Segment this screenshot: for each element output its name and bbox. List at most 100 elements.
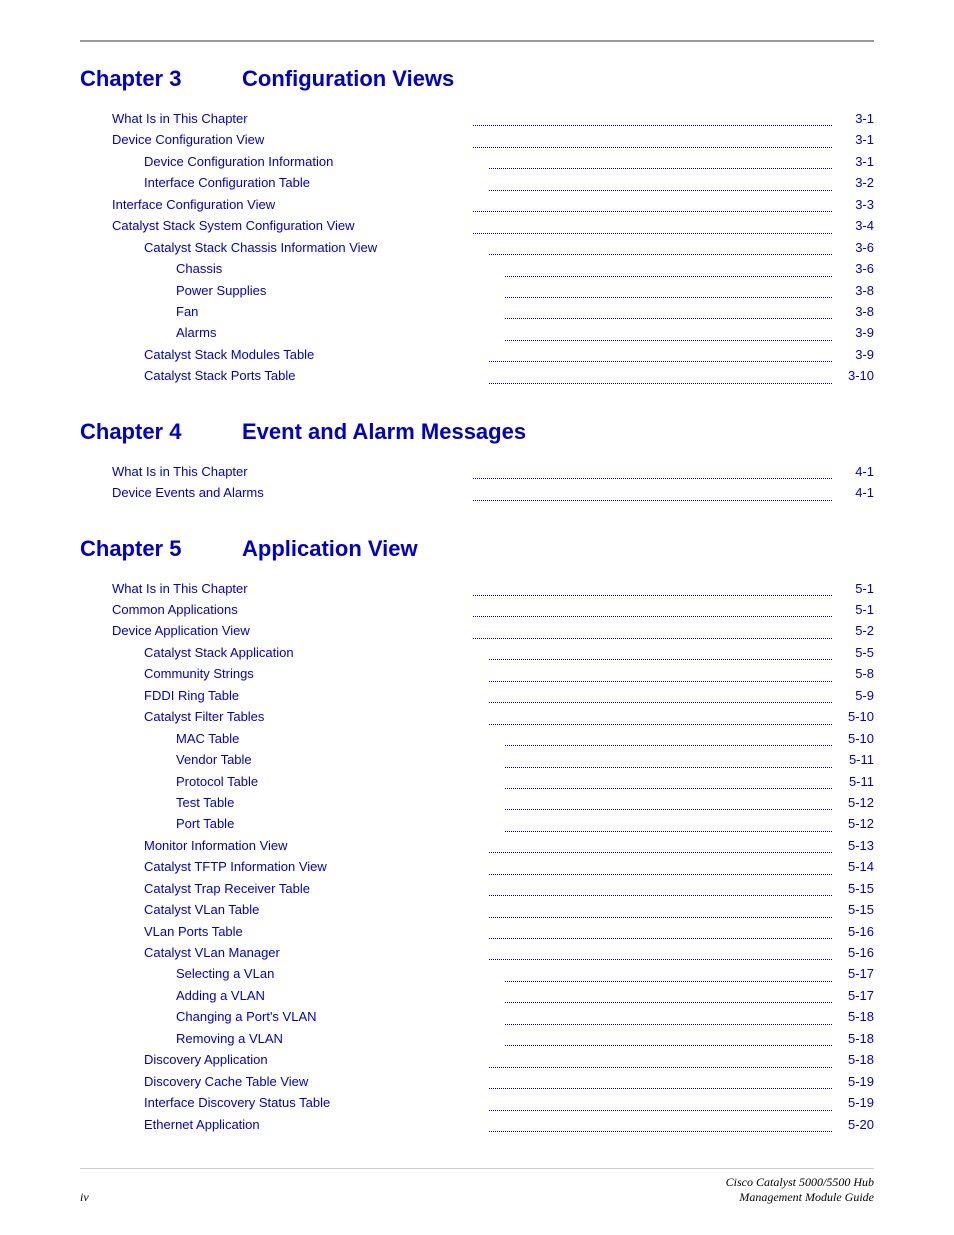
toc-entry[interactable]: Test Table 5-12 [80,792,874,813]
toc-entry[interactable]: Device Configuration View3-1 [80,129,874,150]
toc-entry-page: 3-9 [834,344,874,365]
toc-entry-dots [505,985,832,1003]
toc-entry-text: Catalyst Stack Modules Table [144,344,487,365]
toc-entry[interactable]: Power Supplies3-8 [80,280,874,301]
toc-entry[interactable]: Catalyst VLan Table 5-15 [80,899,874,920]
toc-entry[interactable]: Interface Configuration Table3-2 [80,172,874,193]
toc-entry[interactable]: Selecting a VLan5-17 [80,963,874,984]
chapter3-title[interactable]: Configuration Views [242,66,454,92]
toc-entry-dots [505,963,832,981]
toc-entry[interactable]: Catalyst Filter Tables5-10 [80,706,874,727]
toc-entry-dots [489,856,832,874]
footer-line1: Cisco Catalyst 5000/5500 Hub [726,1175,874,1190]
toc-entry-page: 5-19 [834,1092,874,1113]
toc-entry[interactable]: Discovery Cache Table View 5-19 [80,1071,874,1092]
toc-entry[interactable]: Catalyst Stack Modules Table 3-9 [80,344,874,365]
toc-entry-dots [489,685,832,703]
toc-entry-page: 5-1 [834,599,874,620]
toc-entry-page: 5-12 [834,813,874,834]
toc-entry-dots [505,792,832,810]
toc-entry-dots [489,344,832,362]
toc-entry-text: Catalyst VLan Table [144,899,487,920]
chapter4-label[interactable]: Chapter 4 [80,419,210,445]
toc-entry[interactable]: Adding a VLAN5-17 [80,985,874,1006]
toc-entry-page: 4-1 [834,482,874,503]
toc-entry[interactable]: Catalyst VLan Manager5-16 [80,942,874,963]
chapter3-label[interactable]: Chapter 3 [80,66,210,92]
toc-entry[interactable]: Catalyst Stack Chassis Information View3… [80,237,874,258]
toc-entry-page: 3-1 [834,129,874,150]
toc-entry[interactable]: Device Application View5-2 [80,620,874,641]
toc-entry-page: 3-9 [834,322,874,343]
toc-entry-page: 5-19 [834,1071,874,1092]
toc-entry[interactable]: VLan Ports Table5-16 [80,921,874,942]
toc-entry-page: 5-16 [834,921,874,942]
toc-entry[interactable]: What Is in This Chapter5-1 [80,578,874,599]
toc-entry-dots [489,878,832,896]
chapter4-title[interactable]: Event and Alarm Messages [242,419,526,445]
toc-entry-page: 5-18 [834,1028,874,1049]
toc-entry[interactable]: Alarms 3-9 [80,322,874,343]
toc-entry[interactable]: Catalyst Stack Application5-5 [80,642,874,663]
toc-entry[interactable]: Catalyst Stack System Configuration View… [80,215,874,236]
toc-entry-page: 3-10 [834,365,874,386]
toc-entry-text: Discovery Cache Table View [144,1071,487,1092]
toc-entry-text: Interface Configuration View [112,194,471,215]
chapter5-label[interactable]: Chapter 5 [80,536,210,562]
toc-entry[interactable]: Catalyst Trap Receiver Table5-15 [80,878,874,899]
section-chapter4: Chapter 4 Event and Alarm Messages What Is… [80,419,874,504]
toc-entry[interactable]: MAC Table5-10 [80,728,874,749]
toc-entry-text: Vendor Table [176,749,503,770]
toc-entry[interactable]: Discovery Application5-18 [80,1049,874,1070]
toc-entry-text: Community Strings [144,663,487,684]
toc-entry-dots [473,482,832,500]
toc-entry[interactable]: Vendor Table5-11 [80,749,874,770]
chapter5-title[interactable]: Application View [242,536,418,562]
toc-entry[interactable]: What Is in This Chapter3-1 [80,108,874,129]
toc-entry[interactable]: Interface Discovery Status Table5-19 [80,1092,874,1113]
toc-entry-page: 3-1 [834,108,874,129]
toc-entry[interactable]: Monitor Information View5-13 [80,835,874,856]
toc-entry-text: Catalyst Filter Tables [144,706,487,727]
toc-entry-text: Device Configuration Information [144,151,487,172]
footer-title: Cisco Catalyst 5000/5500 Hub Management … [726,1175,874,1205]
toc-entry-text: Port Table [176,813,503,834]
toc-entry[interactable]: Ethernet Application5-20 [80,1114,874,1135]
toc-entry[interactable]: Device Events and Alarms4-1 [80,482,874,503]
toc-entry-page: 5-17 [834,963,874,984]
toc-entry[interactable]: Chassis3-6 [80,258,874,279]
chapter5-heading: Chapter 5 Application View [80,536,874,562]
toc-entry-page: 5-10 [834,728,874,749]
toc-entry[interactable]: Community Strings5-8 [80,663,874,684]
toc-entry[interactable]: Removing a VLAN5-18 [80,1028,874,1049]
toc-entry-page: 5-9 [834,685,874,706]
toc-entry-page: 3-2 [834,172,874,193]
toc-entry-dots [505,1006,832,1024]
toc-entry[interactable]: What Is in This Chapter4-1 [80,461,874,482]
toc-entry[interactable]: FDDI Ring Table5-9 [80,685,874,706]
toc-entry-text: Alarms [176,322,503,343]
section-chapter3: Chapter 3 Configuration Views What Is in T… [80,66,874,387]
toc-entry-text: Test Table [176,792,503,813]
toc-entry-page: 5-12 [834,792,874,813]
toc-entry-dots [473,194,832,212]
toc-entry-dots [505,301,832,319]
toc-entry-dots [489,151,832,169]
toc-entry[interactable]: Port Table 5-12 [80,813,874,834]
toc-entry-page: 3-3 [834,194,874,215]
toc-entry[interactable]: Device Configuration Information3-1 [80,151,874,172]
toc-entry-page: 3-6 [834,237,874,258]
toc-entry[interactable]: Changing a Port's VLAN5-18 [80,1006,874,1027]
toc-entry[interactable]: Fan3-8 [80,301,874,322]
toc-entry[interactable]: Catalyst TFTP Information View5-14 [80,856,874,877]
toc-entry[interactable]: Interface Configuration View 3-3 [80,194,874,215]
toc-entry[interactable]: Protocol Table5-11 [80,771,874,792]
toc-entry-dots [505,258,832,276]
section-chapter5: Chapter 5 Application View What Is in This… [80,536,874,1135]
toc-entry-text: Adding a VLAN [176,985,503,1006]
toc-entry-page: 5-15 [834,899,874,920]
toc-entry-text: Catalyst Stack Ports Table [144,365,487,386]
toc-entry[interactable]: Catalyst Stack Ports Table 3-10 [80,365,874,386]
toc-entry-page: 5-18 [834,1006,874,1027]
toc-entry[interactable]: Common Applications5-1 [80,599,874,620]
